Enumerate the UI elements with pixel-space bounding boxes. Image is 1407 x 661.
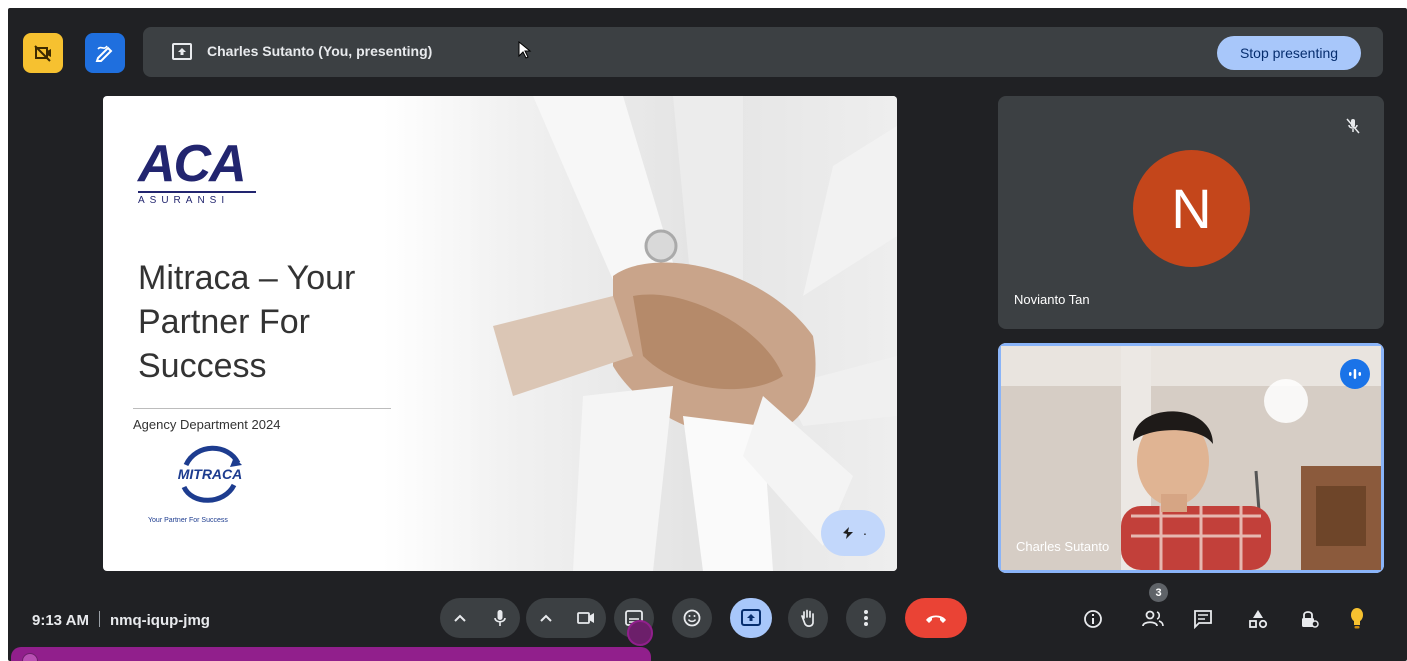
presenting-label: Charles Sutanto (You, presenting) xyxy=(207,43,433,59)
stop-presenting-button[interactable]: Stop presenting xyxy=(1217,36,1361,70)
chevron-up-icon xyxy=(540,614,552,622)
participant-video xyxy=(1001,346,1381,570)
annotate-button[interactable] xyxy=(85,33,125,73)
mic-icon xyxy=(494,610,506,626)
bolt-icon xyxy=(842,527,853,539)
raise-hand-button[interactable] xyxy=(788,598,828,638)
hands-photo-shapes xyxy=(493,96,897,571)
participant-name: Novianto Tan xyxy=(1014,292,1090,307)
presenting-banner: Charles Sutanto (You, presenting) Stop p… xyxy=(143,27,1383,77)
annotate-icon xyxy=(95,45,113,62)
mic-button[interactable] xyxy=(480,598,520,638)
present-to-all-icon xyxy=(741,609,761,626)
people-icon xyxy=(1142,610,1164,627)
slide-title: Mitraca – Your Partner For Success xyxy=(138,256,393,388)
mitraca-tagline: Your Partner For Success xyxy=(148,517,228,524)
aca-logo-subtext: ASURANSI xyxy=(138,195,230,206)
participant-name: Charles Sutanto xyxy=(1016,539,1110,554)
chat-button[interactable] xyxy=(1185,604,1221,634)
emoji-icon xyxy=(683,609,701,627)
present-now-button[interactable] xyxy=(730,598,772,638)
companion-lightbulb-button[interactable] xyxy=(1339,604,1375,634)
chevron-up-icon xyxy=(454,614,466,622)
lightbulb-icon xyxy=(1351,608,1363,629)
present-to-all-icon xyxy=(172,43,192,60)
participant-tile-novianto[interactable]: N Novianto Tan xyxy=(998,96,1384,329)
slide-title-line: Success xyxy=(138,347,267,385)
annotation-handle-right[interactable] xyxy=(627,620,653,646)
mic-off-icon xyxy=(1346,118,1360,134)
mitraca-logo-text: MITRACA xyxy=(177,466,243,482)
hands-together-photo xyxy=(383,96,897,571)
meet-window: Charles Sutanto (You, presenting) Stop p… xyxy=(8,8,1407,661)
more-vert-icon xyxy=(864,610,868,626)
info-icon xyxy=(1084,610,1102,628)
host-controls-button[interactable] xyxy=(1291,604,1327,634)
meeting-info-button[interactable] xyxy=(1075,604,1111,634)
mouse-cursor-icon xyxy=(518,41,532,59)
divider xyxy=(98,611,100,627)
meeting-code: nmq-iqup-jmg xyxy=(109,612,210,629)
call-end-icon xyxy=(926,615,946,623)
avatar: N xyxy=(1133,150,1250,267)
camera-button[interactable] xyxy=(566,598,606,638)
meeting-details: 9:13 AM nmq-iqup-jmg xyxy=(32,611,210,629)
presentation-slide: ACA ASURANSI Mitraca – Your Partner For … xyxy=(103,96,897,571)
more-options-button[interactable] xyxy=(846,598,886,638)
video-options-button[interactable] xyxy=(526,598,566,638)
mitraca-logo: MITRACA xyxy=(158,439,262,509)
people-count-badge: 3 xyxy=(1149,583,1168,602)
annotation-highlight-bar xyxy=(11,647,651,661)
activities-icon xyxy=(1249,610,1268,629)
slide-title-line: Mitraca – Your xyxy=(138,259,356,297)
slide-divider xyxy=(133,408,391,409)
videocam-icon xyxy=(577,612,594,624)
dropdown-dot-icon: · xyxy=(862,525,868,541)
slide-effects-button[interactable]: · xyxy=(821,510,885,556)
chat-icon xyxy=(1194,610,1212,629)
host-controls-icon xyxy=(1302,611,1319,628)
camera-control-group xyxy=(526,598,606,638)
camera-off-icon xyxy=(34,45,51,62)
slide-subtitle: Agency Department 2024 xyxy=(133,417,281,432)
aca-asuransi-logo: ACA ASURANSI xyxy=(138,138,256,206)
aca-logo-text: ACA xyxy=(138,135,247,193)
people-button[interactable] xyxy=(1135,604,1171,634)
mic-control-group xyxy=(440,598,520,638)
camera-off-button[interactable] xyxy=(23,33,63,73)
meeting-time: 9:13 AM xyxy=(32,612,89,629)
activities-button[interactable] xyxy=(1240,604,1276,634)
raise-hand-icon xyxy=(801,609,814,627)
audio-options-button[interactable] xyxy=(440,598,480,638)
participant-tile-charles[interactable]: Charles Sutanto xyxy=(998,343,1384,573)
webcam-scene xyxy=(1001,346,1381,570)
speaking-indicator-icon xyxy=(1340,359,1370,389)
leave-call-button[interactable] xyxy=(905,598,967,638)
slide-title-line: Partner For xyxy=(138,303,310,341)
emoji-reaction-button[interactable] xyxy=(672,598,712,638)
